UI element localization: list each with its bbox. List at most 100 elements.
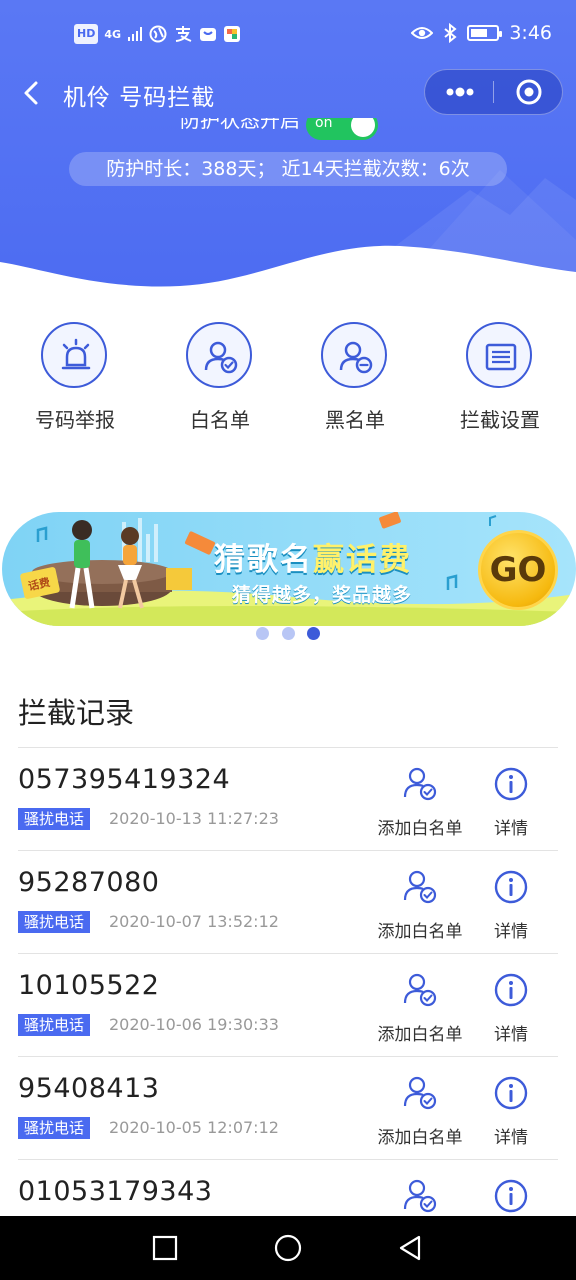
record-row: 95408413 骚扰电话 2020-10-05 12:07:12 添加白名单 … [18, 1056, 558, 1159]
banner-headline-a: 猜歌名 [214, 542, 313, 578]
record-number: 95287080 [18, 867, 160, 898]
add-whitelist-label: 添加白名单 [377, 1128, 463, 1148]
app-root: HD 4G 3:46 机伶 号码拦截 防护状态开启 on 防护时长：388天； … [0, 0, 576, 1280]
more-dots-icon [446, 87, 474, 97]
user-check-icon [403, 870, 437, 904]
add-whitelist-button[interactable]: 添加白名单 [370, 762, 470, 842]
record-time: 2020-10-05 12:07:12 [109, 1118, 279, 1137]
title-bar: 机伶 号码拦截 [0, 68, 576, 118]
whitelist-circle [186, 322, 252, 388]
banner-pagination [256, 627, 326, 641]
record-row: 057395419324 骚扰电话 2020-10-13 11:27:23 添加… [18, 747, 558, 850]
action-blacklist[interactable]: 黑名单 [295, 320, 415, 435]
report-circle [41, 322, 107, 388]
system-nav-bar [0, 1216, 576, 1280]
app-store-icon [224, 26, 241, 42]
protection-stats: 防护时长：388天； 近14天拦截次数：6次 [69, 152, 507, 186]
record-tag: 骚扰电话 [18, 808, 91, 830]
chevron-left-icon [24, 81, 38, 105]
detail-button[interactable]: 详情 [485, 968, 537, 1048]
info-icon [494, 1179, 528, 1213]
mini-program-capsule [424, 69, 563, 115]
record-time: 2020-10-07 13:52:12 [109, 912, 279, 931]
action-label: 号码举报 [35, 408, 115, 432]
info-icon [494, 767, 528, 801]
eye-icon [411, 27, 434, 39]
detail-label: 详情 [494, 1128, 528, 1148]
back-nav-button[interactable] [394, 1232, 426, 1264]
banner-subline: 猜得越多，奖品越多 [232, 584, 413, 606]
add-whitelist-label: 添加白名单 [377, 922, 463, 942]
add-whitelist-label: 添加白名单 [377, 819, 463, 839]
action-whitelist[interactable]: 白名单 [160, 320, 280, 435]
action-label: 白名单 [190, 408, 250, 432]
banner-headline: 猜歌名赢话费 [214, 534, 412, 579]
protection-status: 防护状态开启 on [180, 118, 378, 142]
hd-badge: HD [74, 24, 99, 44]
bluetooth-icon [444, 23, 457, 43]
add-whitelist-button[interactable]: 添加白名单 [370, 968, 470, 1048]
banner-headline-b: 赢话费 [313, 542, 412, 578]
record-row: 95287080 骚扰电话 2020-10-07 13:52:12 添加白名单 … [18, 850, 558, 953]
recent-apps-button[interactable] [149, 1232, 181, 1264]
quick-actions: 号码举报 白名单 黑名单 拦截设置 [0, 320, 576, 440]
record-row: 10105522 骚扰电话 2020-10-06 19:30:33 添加白名单 … [18, 953, 558, 1056]
user-check-icon [403, 1179, 437, 1213]
square-icon [152, 1235, 178, 1261]
info-icon [494, 1076, 528, 1110]
settings-circle [466, 322, 532, 388]
user-check-icon [403, 1076, 437, 1110]
close-button[interactable] [495, 70, 563, 114]
action-label: 黑名单 [325, 408, 385, 432]
action-report-number[interactable]: 号码举报 [15, 320, 135, 435]
record-tag: 骚扰电话 [18, 1117, 91, 1139]
record-tag: 骚扰电话 [18, 911, 91, 933]
action-block-settings[interactable]: 拦截设置 [440, 320, 560, 435]
detail-button[interactable]: 详情 [485, 762, 537, 842]
capsule-divider [493, 81, 494, 103]
user-check-icon [403, 973, 437, 1007]
info-icon [494, 973, 528, 1007]
record-number: 95408413 [18, 1073, 160, 1104]
toggle-knob [351, 118, 375, 137]
pagination-dot-active[interactable] [307, 627, 320, 640]
more-button[interactable] [425, 70, 493, 114]
protection-toggle[interactable]: on [306, 118, 378, 140]
record-time: 2020-10-06 19:30:33 [109, 1015, 279, 1034]
detail-label: 详情 [494, 1025, 528, 1045]
info-icon [494, 870, 528, 904]
promo-banner[interactable]: 猜歌名赢话费 猜得越多，奖品越多 话费 GO [2, 512, 576, 626]
target-close-icon [516, 79, 542, 105]
status-bar: HD 4G 3:46 [0, 0, 576, 66]
user-check-icon [204, 341, 238, 374]
pagination-dot[interactable] [282, 627, 295, 640]
huawei-app-icon [200, 28, 217, 41]
add-whitelist-button[interactable]: 添加白名单 [370, 865, 470, 945]
globe-icon [149, 25, 167, 43]
detail-button[interactable]: 详情 [485, 1071, 537, 1151]
add-whitelist-button[interactable]: 添加白名单 [370, 1071, 470, 1151]
record-tag: 骚扰电话 [18, 1014, 91, 1036]
status-icons-left: HD 4G [74, 24, 241, 44]
back-button[interactable] [14, 74, 50, 110]
alarm-light-icon [61, 338, 91, 370]
user-check-icon [403, 767, 437, 801]
detail-label: 详情 [494, 922, 528, 942]
list-settings-icon [485, 343, 517, 371]
record-number: 057395419324 [18, 764, 231, 795]
home-button[interactable] [272, 1232, 304, 1264]
action-label: 拦截设置 [460, 408, 540, 432]
records-title: 拦截记录 [18, 696, 135, 730]
banner-go-button[interactable]: GO [478, 530, 558, 610]
signal-icon [128, 27, 143, 41]
pagination-dot[interactable] [256, 627, 269, 640]
battery-icon [467, 25, 503, 41]
alipay-icon [175, 26, 192, 42]
record-time: 2020-10-13 11:27:23 [109, 809, 279, 828]
detail-button[interactable]: 详情 [485, 865, 537, 945]
record-number: 10105522 [18, 970, 160, 1001]
circle-icon [274, 1234, 302, 1262]
record-number: 01053179343 [18, 1176, 213, 1207]
clock: 3:46 [509, 22, 552, 44]
triangle-back-icon [399, 1235, 421, 1261]
